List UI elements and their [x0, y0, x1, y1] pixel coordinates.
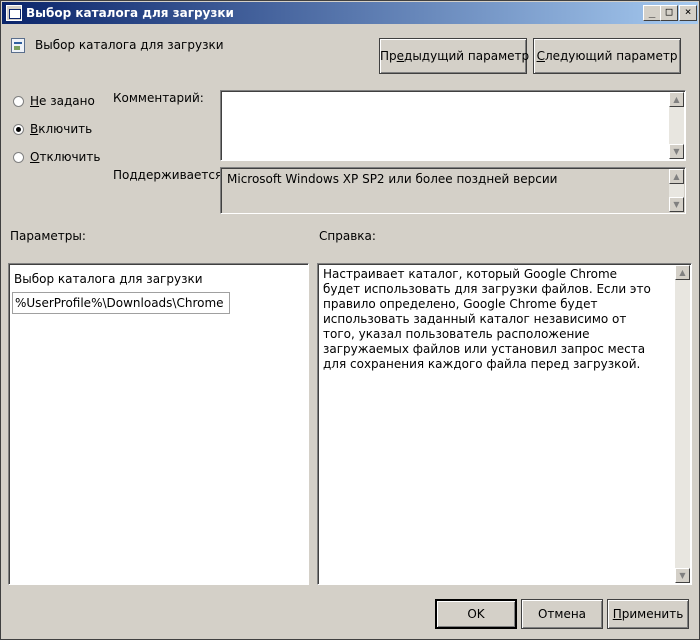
comment-textarea[interactable]: ▲ ▼ [220, 90, 686, 161]
radio-disabled[interactable]: Отключить [13, 149, 100, 165]
cancel-button[interactable]: Отмена [521, 599, 603, 629]
policy-title: Выбор каталога для загрузки [35, 38, 224, 52]
radio-not-configured-accel: Н [30, 94, 40, 108]
close-button[interactable]: × [679, 5, 697, 21]
window-icon [6, 5, 22, 21]
previous-setting-button[interactable]: Предыдущий параметр [379, 38, 530, 74]
scroll-up-icon[interactable]: ▲ [669, 92, 684, 107]
radio-not-configured-text: е задано [39, 94, 95, 108]
radio-not-configured-label: Не задано [30, 94, 95, 108]
supported-field: Microsoft Windows XP SP2 или более поздн… [220, 167, 686, 214]
help-panel: Настраивает каталог, который Google Chro… [317, 263, 692, 585]
download-dir-input[interactable]: %UserProfile%\Downloads\Chrome [12, 292, 230, 314]
scroll-down-icon[interactable]: ▼ [669, 197, 684, 212]
minimize-button[interactable]: _ [643, 5, 661, 21]
previous-setting-label-accel: е [396, 49, 405, 63]
policy-icon [11, 38, 25, 53]
radio-enabled-accel: В [30, 122, 39, 136]
params-header: Параметры: [10, 229, 86, 243]
params-panel: Выбор каталога для загрузки %UserProfile… [8, 263, 309, 585]
comment-label: Комментарий: [113, 91, 204, 105]
download-dir-label: Выбор каталога для загрузки [14, 272, 203, 286]
next-setting-label-post: ледующий параметр [544, 49, 678, 63]
comment-scrollbar[interactable]: ▲ ▼ [669, 92, 684, 159]
next-setting-label-accel: С [536, 49, 545, 63]
ok-button[interactable]: OK [435, 599, 517, 629]
radio-disabled-text: тключить [39, 150, 101, 164]
apply-label-text: рименить [621, 607, 684, 621]
radio-not-configured[interactable]: Не задано [13, 93, 95, 109]
apply-button[interactable]: Применить [607, 599, 689, 629]
title-bar[interactable]: Выбор каталога для загрузки _ □ × [2, 2, 698, 24]
policy-dialog: Выбор каталога для загрузки _ □ × Выбор … [0, 0, 700, 640]
supported-value: Microsoft Windows XP SP2 или более поздн… [227, 172, 558, 186]
supported-scrollbar[interactable]: ▲ ▼ [669, 169, 684, 212]
radio-not-configured-dot[interactable] [13, 95, 24, 107]
apply-label-accel: П [612, 607, 622, 621]
scroll-up-icon[interactable]: ▲ [669, 169, 684, 184]
previous-setting-label-pre: Пр [380, 49, 397, 63]
help-header: Справка: [319, 229, 376, 243]
previous-setting-label-post: дыдущий параметр [404, 49, 530, 63]
radio-enabled[interactable]: Включить [13, 121, 92, 137]
scroll-up-icon[interactable]: ▲ [675, 265, 690, 280]
radio-enabled-dot[interactable] [13, 123, 24, 135]
window-title: Выбор каталога для загрузки [26, 6, 234, 20]
radio-disabled-dot[interactable] [13, 151, 24, 163]
radio-enabled-text: ключить [38, 122, 93, 136]
scroll-down-icon[interactable]: ▼ [675, 568, 690, 583]
radio-disabled-label: Отключить [30, 150, 100, 164]
help-text: Настраивает каталог, который Google Chro… [323, 267, 651, 371]
next-setting-button[interactable]: Следующий параметр [533, 38, 681, 74]
supported-label: Поддерживается: [113, 168, 227, 182]
radio-enabled-label: Включить [30, 122, 92, 136]
help-scrollbar[interactable]: ▲ ▼ [675, 265, 690, 583]
maximize-button[interactable]: □ [660, 5, 678, 21]
scroll-down-icon[interactable]: ▼ [669, 144, 684, 159]
